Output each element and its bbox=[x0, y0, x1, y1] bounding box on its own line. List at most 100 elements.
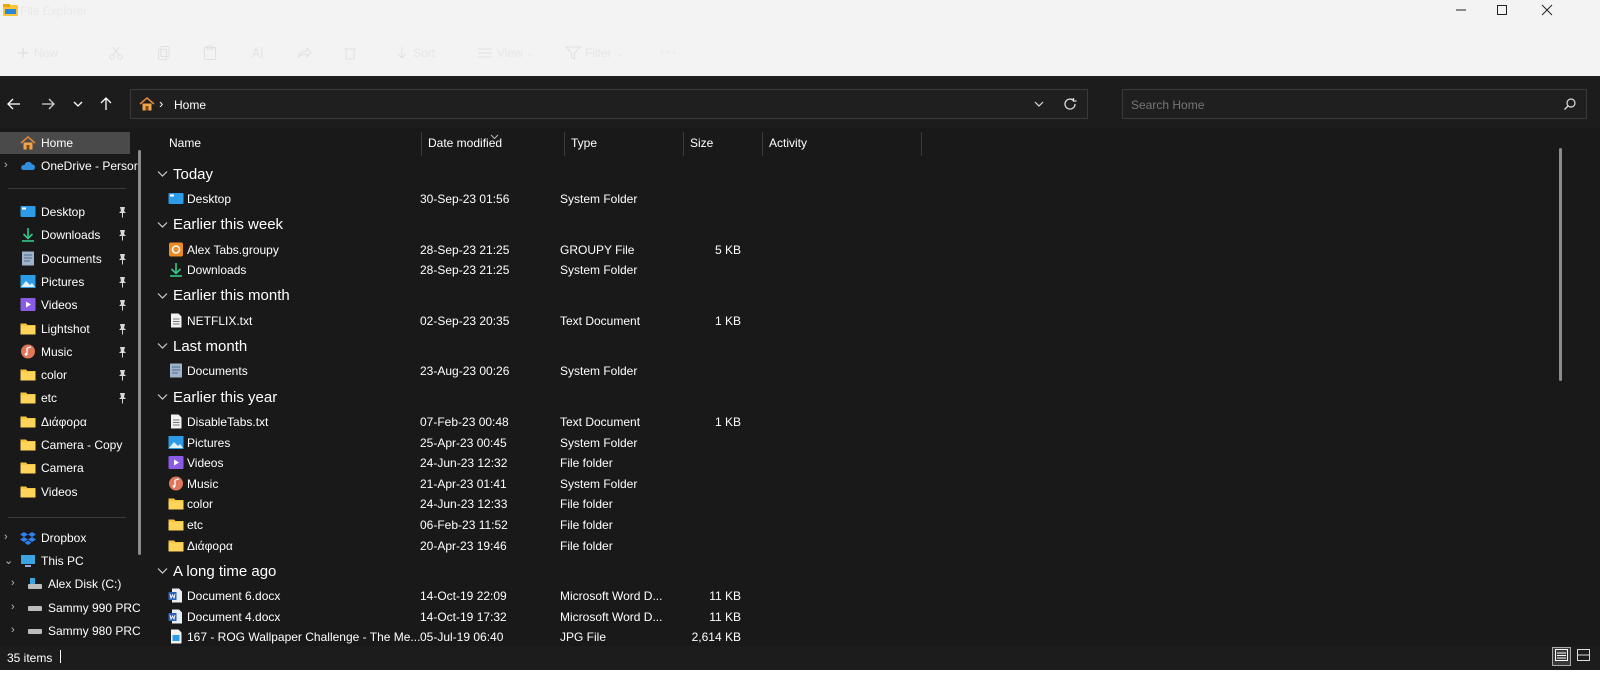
sidebar-item-δι-φορα[interactable]: Διάφορα bbox=[0, 411, 130, 433]
file-row[interactable]: NETFLIX.txt 02-Sep-23 20:35 Text Document 1… bbox=[150, 311, 1560, 331]
file-row[interactable]: 167 - ROG Wallpaper Challenge - The Me..… bbox=[150, 627, 1560, 647]
chevron-down-icon[interactable] bbox=[157, 167, 171, 181]
file-row[interactable]: etc 06-Feb-23 11:52 File folder bbox=[150, 515, 1560, 535]
file-row[interactable]: Videos 24-Jun-23 12:32 File folder bbox=[150, 453, 1560, 473]
sidebar-item-dropbox[interactable]: › Dropbox bbox=[0, 527, 130, 549]
sidebar-item-videos[interactable]: Videos bbox=[0, 481, 130, 503]
sort-button[interactable]: Sort bbox=[395, 44, 435, 62]
address-bar[interactable]: › Home bbox=[130, 89, 1088, 119]
group-header[interactable]: Today bbox=[157, 164, 213, 184]
column-header-date[interactable]: Date modified bbox=[428, 136, 502, 150]
chevron-right-icon[interactable]: › bbox=[4, 159, 8, 171]
sidebar-item-etc[interactable]: etc bbox=[0, 387, 130, 409]
sidebar-item-camera-copy[interactable]: Camera - Copy bbox=[0, 434, 130, 456]
chevron-down-icon[interactable] bbox=[157, 339, 171, 353]
column-divider[interactable] bbox=[421, 132, 422, 156]
chevron-down-icon[interactable] bbox=[157, 289, 171, 303]
filter-button[interactable]: Filter ⌄ bbox=[565, 44, 623, 62]
paste-button[interactable] bbox=[202, 44, 218, 62]
sidebar-item-documents[interactable]: Documents bbox=[0, 248, 130, 270]
details-view-button[interactable] bbox=[1552, 647, 1571, 666]
pin-icon[interactable] bbox=[118, 369, 127, 381]
cut-button[interactable] bbox=[108, 44, 124, 62]
column-divider[interactable] bbox=[683, 132, 684, 156]
search-input[interactable] bbox=[1129, 95, 1553, 115]
sidebar-item-lightshot[interactable]: Lightshot bbox=[0, 318, 130, 340]
pin-icon[interactable] bbox=[118, 229, 127, 241]
chevron-right-icon[interactable]: › bbox=[11, 624, 15, 636]
pin-icon[interactable] bbox=[118, 323, 127, 335]
sidebar-item-home[interactable]: Home bbox=[0, 132, 130, 154]
search-box[interactable] bbox=[1122, 89, 1587, 119]
refresh-icon[interactable] bbox=[1063, 97, 1077, 114]
maximize-button[interactable] bbox=[1479, 0, 1525, 22]
file-row[interactable]: Alex Tabs.groupy 28-Sep-23 21:25 GROUPY Fi… bbox=[150, 240, 1560, 260]
sidebar-item-videos[interactable]: Videos bbox=[0, 294, 130, 316]
sidebar-item-onedrive[interactable]: › OneDrive - Persor bbox=[0, 155, 138, 177]
rename-button[interactable] bbox=[249, 44, 265, 62]
group-header[interactable]: Earlier this week bbox=[157, 215, 283, 235]
file-row[interactable]: Document 6.docx 14-Oct-19 22:09 Microsoft … bbox=[150, 586, 1560, 606]
pin-icon[interactable] bbox=[118, 299, 127, 311]
sidebar-item-this-pc[interactable]: ⌄ This PC bbox=[0, 550, 130, 572]
file-list-scrollbar[interactable] bbox=[1559, 148, 1562, 381]
sidebar-item-desktop[interactable]: Desktop bbox=[0, 201, 130, 223]
pin-icon[interactable] bbox=[118, 346, 127, 358]
column-header-size[interactable]: Size bbox=[690, 136, 713, 150]
column-header-activity[interactable]: Activity bbox=[769, 136, 807, 150]
more-options-button[interactable]: ··· bbox=[659, 44, 678, 62]
tiles-view-button[interactable] bbox=[1574, 647, 1593, 666]
sidebar-scrollbar[interactable] bbox=[138, 150, 141, 555]
column-header-name[interactable]: Name bbox=[169, 136, 201, 150]
up-button[interactable] bbox=[97, 96, 115, 114]
file-row[interactable]: color 24-Jun-23 12:33 File folder bbox=[150, 494, 1560, 514]
sidebar-item-downloads[interactable]: Downloads bbox=[0, 224, 130, 246]
chevron-right-icon[interactable]: › bbox=[4, 531, 8, 543]
close-button[interactable] bbox=[1524, 0, 1570, 22]
minimize-button[interactable] bbox=[1438, 0, 1484, 22]
column-divider[interactable] bbox=[921, 132, 922, 156]
pin-icon[interactable] bbox=[118, 206, 127, 218]
pin-icon[interactable] bbox=[118, 276, 127, 288]
chevron-right-icon[interactable]: › bbox=[11, 577, 15, 589]
sidebar-item-color[interactable]: color bbox=[0, 364, 130, 386]
recent-locations-button[interactable] bbox=[69, 96, 87, 114]
sidebar-item-pictures[interactable]: Pictures bbox=[0, 271, 130, 293]
breadcrumb-home[interactable]: Home bbox=[174, 98, 206, 112]
file-row[interactable]: Documents 23-Aug-23 00:26 System Folder bbox=[150, 361, 1560, 381]
file-row[interactable]: Διάφορα 20-Apr-23 19:46 File folder bbox=[150, 536, 1560, 556]
sidebar-item-drive[interactable]: › Sammy 980 PRC bbox=[0, 620, 140, 642]
file-row[interactable]: Document 4.docx 14-Oct-19 17:32 Microsoft … bbox=[150, 607, 1560, 627]
copy-button[interactable] bbox=[156, 44, 172, 62]
delete-button[interactable] bbox=[342, 44, 358, 62]
chevron-down-icon[interactable] bbox=[157, 218, 171, 232]
file-row[interactable]: Desktop 30-Sep-23 01:56 System Folder bbox=[150, 189, 1560, 209]
chevron-right-icon[interactable]: › bbox=[11, 601, 15, 613]
back-button[interactable] bbox=[5, 96, 23, 114]
view-button[interactable]: View ⌄ bbox=[477, 44, 534, 62]
group-header[interactable]: Earlier this year bbox=[157, 387, 277, 407]
share-button[interactable] bbox=[296, 44, 312, 62]
file-row[interactable]: Music 21-Apr-23 01:41 System Folder bbox=[150, 474, 1560, 494]
chevron-down-icon[interactable]: ⌄ bbox=[4, 554, 13, 567]
group-header[interactable]: A long time ago bbox=[157, 561, 276, 581]
sidebar-item-music[interactable]: Music bbox=[0, 341, 130, 363]
group-header[interactable]: Last month bbox=[157, 336, 247, 356]
pin-icon[interactable] bbox=[118, 392, 127, 404]
sidebar-item-drive[interactable]: › Sammy 990 PRC bbox=[0, 597, 140, 619]
new-button[interactable]: New bbox=[16, 44, 58, 62]
forward-button[interactable] bbox=[39, 96, 57, 114]
chevron-down-icon[interactable] bbox=[157, 390, 171, 404]
file-row[interactable]: Pictures 25-Apr-23 00:45 System Folder bbox=[150, 433, 1560, 453]
sidebar-item-drive[interactable]: › Alex Disk (C:) bbox=[0, 573, 130, 595]
chevron-down-icon[interactable] bbox=[1033, 98, 1045, 113]
file-row[interactable]: DisableTabs.txt 07-Feb-23 00:48 Text Docum… bbox=[150, 412, 1560, 432]
search-icon[interactable] bbox=[1563, 97, 1577, 114]
column-divider[interactable] bbox=[762, 132, 763, 156]
group-header[interactable]: Earlier this month bbox=[157, 286, 290, 306]
file-row[interactable]: Downloads 28-Sep-23 21:25 System Folder bbox=[150, 260, 1560, 280]
sidebar-item-camera[interactable]: Camera bbox=[0, 457, 130, 479]
pin-icon[interactable] bbox=[118, 253, 127, 265]
chevron-down-icon[interactable] bbox=[157, 564, 171, 578]
column-header-type[interactable]: Type bbox=[571, 136, 597, 150]
